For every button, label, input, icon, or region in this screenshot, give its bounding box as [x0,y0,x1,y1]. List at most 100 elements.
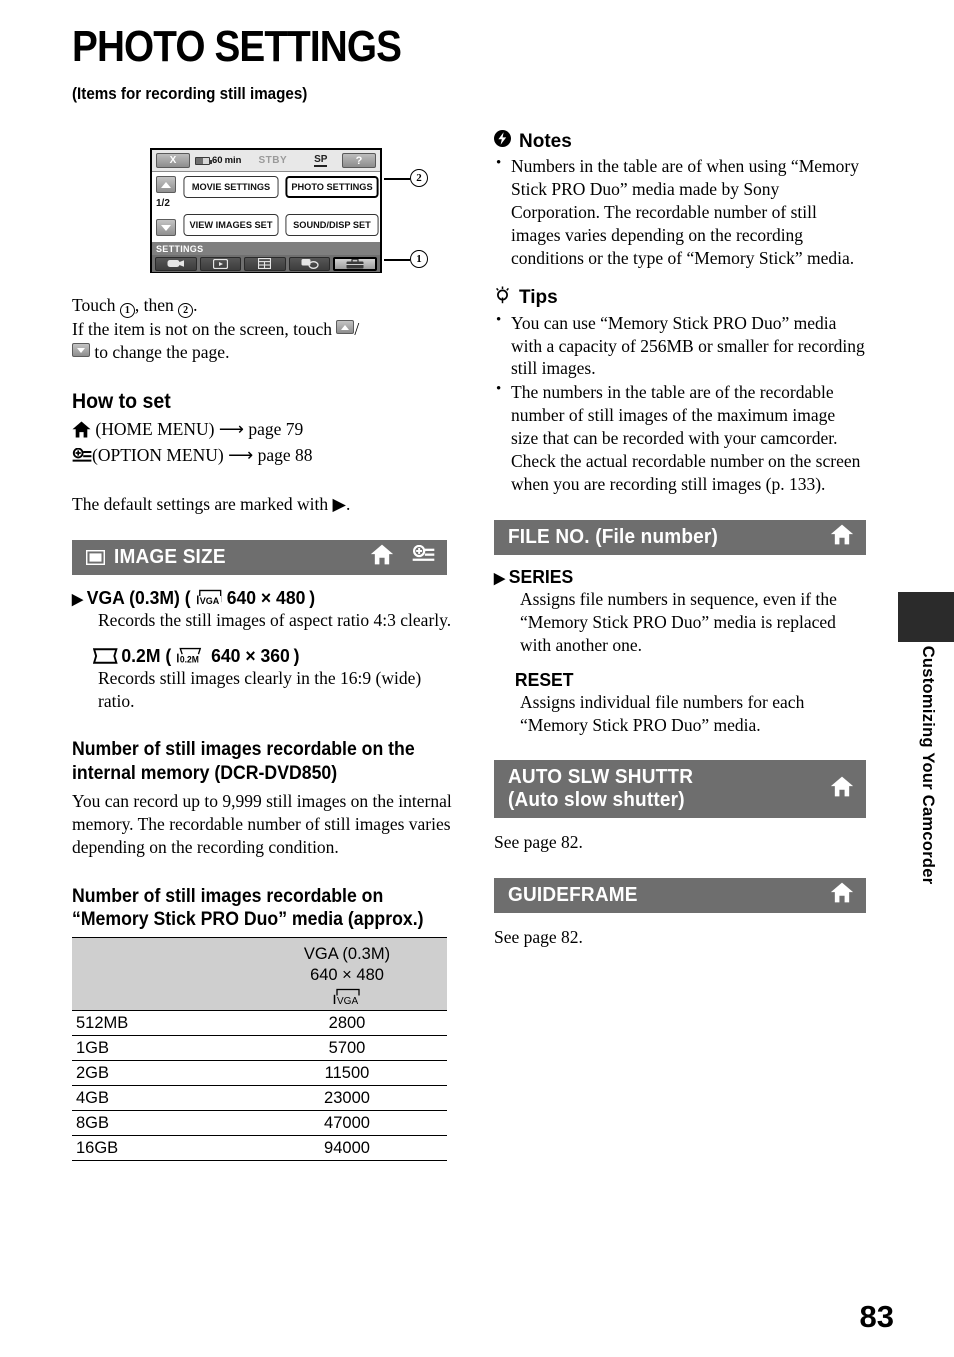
option-dims-vga: 640 × 480 [226,586,306,608]
tip-item: The numbers in the table are of the reco… [494,380,866,496]
lcd-menu-area: 1/2 MOVIE SETTINGS PHOTO SETTINGS VIEW I… [152,172,380,242]
inline-callout-2: 2 [178,303,194,319]
section-icons-guideframe [830,882,854,908]
internal-memory-heading: Number of still images recordable on the… [72,739,415,784]
row-capacity: 8GB [72,1110,247,1136]
battery-unit: min [224,155,242,166]
option-desc-vga: Records the still images of aspect ratio… [98,609,452,630]
option-title-vga: ▶ VGA (0.3M) ( VGA 640 × 480) [72,587,441,609]
option-desc-series: Assigns file numbers in sequence, even i… [520,588,837,655]
menu-button-movie-settings[interactable]: MOVIE SETTINGS [183,176,279,198]
how-to-set-heading: How to set [72,389,171,413]
playback-tab-icon[interactable] [199,256,242,271]
page-down-arrow-icon [72,342,90,357]
section-icons-file-no [830,524,854,550]
inline-callout-1: 1 [119,303,135,319]
menu-button-sound-disp-set[interactable]: SOUND/DISP SET [285,214,379,236]
option-menu-icon-white [412,544,435,570]
row-capacity: 1GB [72,1035,247,1061]
help-icon[interactable]: ? [342,153,376,168]
table-row: 2GB 11500 [72,1060,447,1086]
menu-button-view-images-set[interactable]: VIEW IMAGES SET [183,214,279,236]
right-column: Notes Numbers in the table are of when u… [494,130,866,948]
row-count: 94000 [247,1135,447,1161]
callout-1-leader [384,259,410,261]
table-header-row: VGA (0.3M) 640 × 480 VGA [72,936,447,1011]
section-title-guideframe: GUIDEFRAME [508,883,638,906]
instruction-line3-end: to change the page. [94,341,230,362]
image-size-screen-icon [86,549,105,565]
guideframe-body: See page 82. [494,926,583,947]
instruction-separator: / [354,319,360,340]
lcd-screen: X 60 min STBY SP ? 1/2 MOVIE SETTINGS PH… [150,148,382,273]
section-title-image-size: IMAGE SIZE [114,545,226,568]
how-to-set-home: (HOME MENU) ⟶ page 79 [72,418,460,444]
option-name-series: SERIES [508,565,574,587]
close-icon[interactable]: X [156,153,190,168]
option-title-series: ▶ SERIES [494,566,847,588]
row-capacity: 2GB [72,1060,247,1086]
notes-icon [494,130,511,153]
row-count: 23000 [247,1085,447,1111]
category-label-text: SETTINGS [156,243,204,254]
option-dims-02m: 640 × 360 [211,644,290,666]
manage-media-tab-icon[interactable] [244,256,286,271]
how-to-set-option: (OPTION MENU) ⟶ page 88 [72,444,460,471]
default-settings-note: The default settings are marked with ▶. [72,493,460,516]
02m-badge-icon: 0.2M [175,647,207,664]
battery-time: 60 [212,155,223,166]
table-row: 1GB 5700 [72,1035,447,1061]
option-title-02m: 0.2M ( 0.2M 640 × 360) [72,645,441,667]
chapter-tab-marker [898,592,954,642]
row-count: 47000 [247,1110,447,1136]
lcd-tab-bar [152,255,380,272]
table-header-blank [72,936,247,1011]
row-capacity: 16GB [72,1135,247,1161]
page-down-button[interactable] [156,219,176,236]
battery-icon [195,156,212,165]
callout-1: 1 [410,250,428,268]
home-menu-label: (HOME MENU) [95,418,215,439]
menu-button-photo-settings[interactable]: PHOTO SETTINGS [285,176,379,198]
option-name-02m: 0.2M ( [121,644,172,666]
row-capacity: 512MB [72,1010,247,1036]
default-marker-icon: ▶ [332,493,346,514]
home-menu-icon [72,421,91,444]
settings-tab-icon[interactable] [333,256,377,271]
instruction-line1-pre: Touch [72,295,116,315]
option-menu-page-ref: page 88 [257,444,313,465]
others-tab-icon[interactable] [288,256,331,271]
auto-slw-shuttr-line2: (Auto slow shutter) [508,788,685,811]
recording-status: STBY [258,155,288,166]
auto-slw-shuttr-line1: AUTO SLW SHUTTR [508,766,694,789]
instruction-line1-end: . [193,295,198,315]
option-name-reset: RESET [514,668,574,690]
capacity-table: VGA (0.3M) 640 × 480 VGA 512MB 2800 1GB … [72,936,447,1161]
section-bar-image-size: IMAGE SIZE [72,539,447,575]
home-menu-icon-white [370,544,394,570]
svg-text:0.2M: 0.2M [180,654,199,664]
table-header-badge: VGA [247,988,447,1006]
left-column: X 60 min STBY SP ? 1/2 MOVIE SETTINGS PH… [72,130,460,1161]
home-menu-icon-white [830,776,854,802]
page-subtitle: (Items for recording still images) [72,85,308,103]
row-count: 5700 [247,1035,447,1061]
touch-instructions: Touch 1, then 2. If the item is not on t… [72,294,460,364]
section-icons-image-size [370,544,435,570]
notes-heading-row: Notes [494,130,866,153]
lightbulb-icon [494,286,511,310]
capacity-table-body: 512MB 2800 1GB 5700 2GB 11500 4GB 23000 … [72,1010,447,1161]
instruction-line2-pre: If the item is not on the screen, touch [72,319,332,340]
tips-heading-row: Tips [494,286,866,310]
default-note-text: The default settings are marked with [72,493,329,514]
document-page: PHOTO SETTINGS (Items for recording stil… [0,0,954,1357]
option-menu-label: (OPTION MENU) [92,444,224,465]
default-note-period: . [345,493,351,514]
camera-tab-icon[interactable] [155,256,197,271]
wide-ratio-icon [92,647,118,664]
page-up-button[interactable] [156,176,176,193]
svg-text:VGA: VGA [200,596,220,606]
option-desc-02m: Records still images clearly in the 16:9… [98,667,422,711]
section-bar-auto-slw-shuttr: AUTO SLW SHUTTR (Auto slow shutter) [494,759,866,818]
default-marker-series: ▶ [494,569,505,587]
